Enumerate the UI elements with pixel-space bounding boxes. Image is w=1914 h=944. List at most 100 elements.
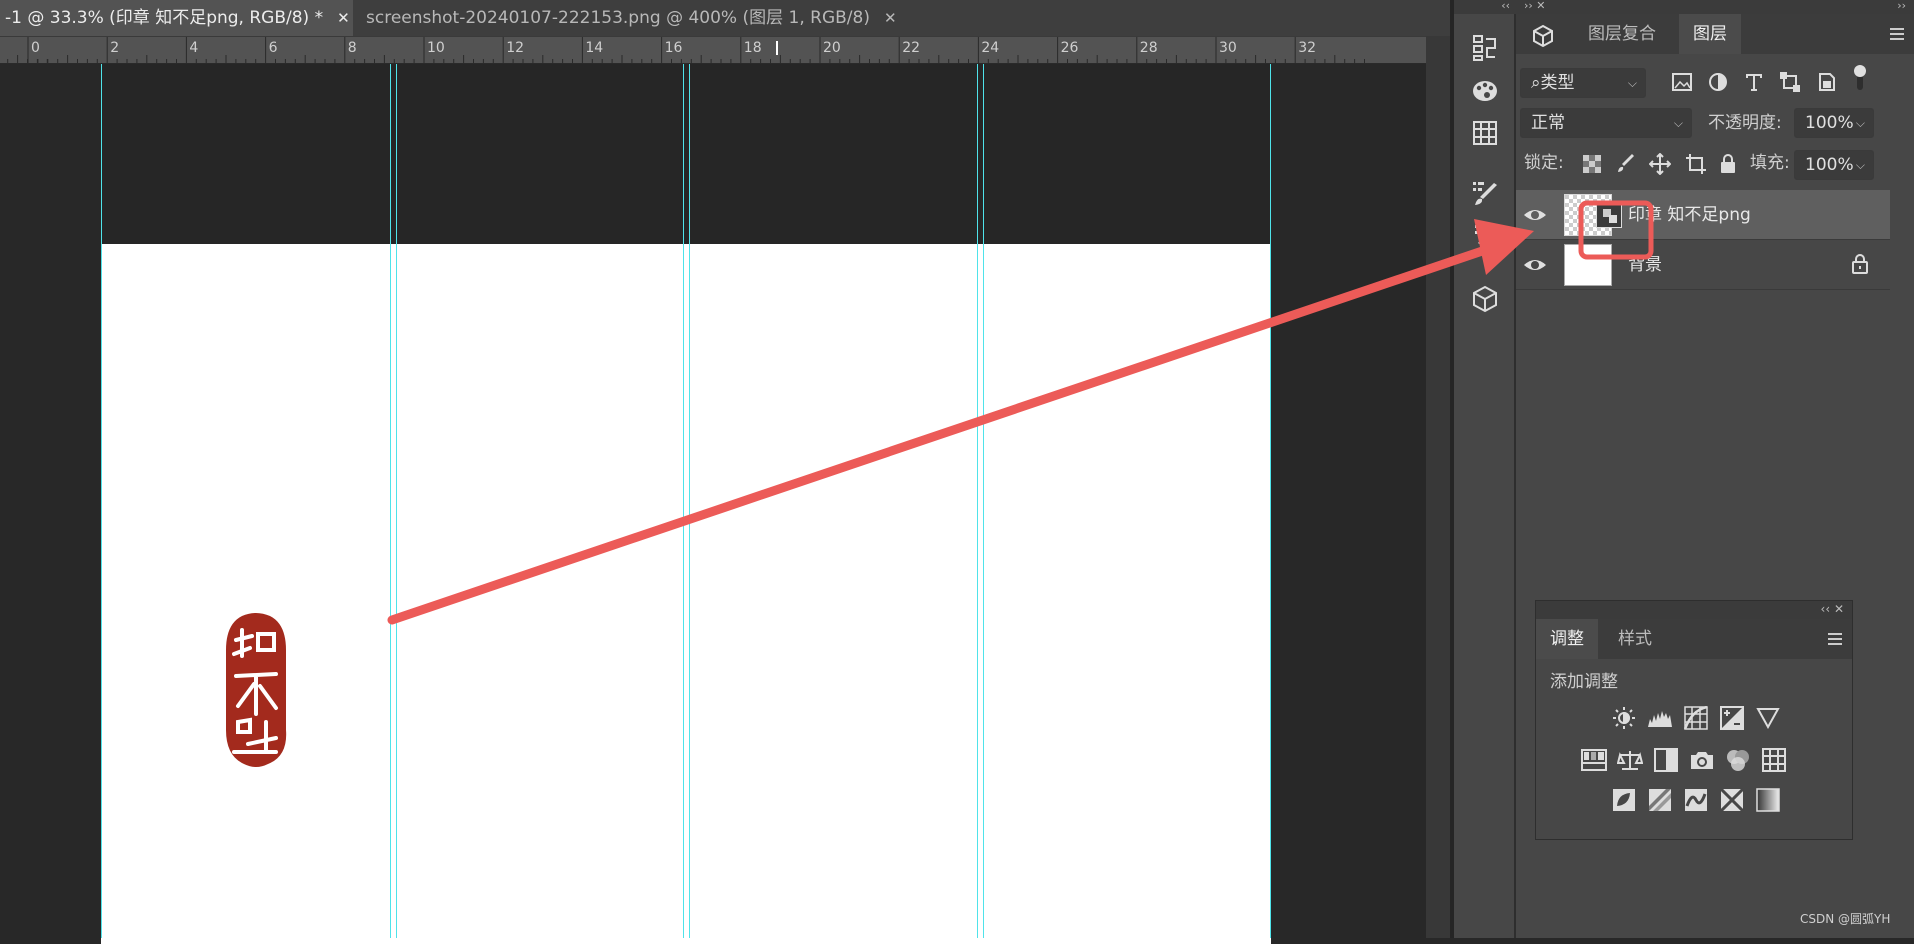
blend-mode-dropdown[interactable]: 正常 ⌵ <box>1520 108 1692 138</box>
guide-line[interactable] <box>683 64 684 938</box>
photo-filter-icon[interactable] <box>1688 747 1716 773</box>
adjustments-collapse-controls[interactable]: ‹‹ ✕ <box>1821 601 1844 617</box>
tab-document-1[interactable]: -1 @ 33.3% (印章 知不足png, RGB/8) * ✕ <box>0 0 353 36</box>
ruler-label: 28 <box>1140 40 1158 56</box>
layer-row-seal[interactable]: 印章 知不足png <box>1516 190 1890 240</box>
selective-color-icon[interactable] <box>1718 787 1746 813</box>
ruler-label: 10 <box>427 40 445 56</box>
filter-type-label: 类型 <box>1540 73 1575 93</box>
lock-label: 锁定: <box>1524 153 1564 173</box>
opacity-value: 100% <box>1805 113 1854 133</box>
tab-document-1-label: -1 @ 33.3% (印章 知不足png, RGB/8) * <box>5 8 324 28</box>
close-icon[interactable]: ✕ <box>337 9 350 27</box>
eye-icon[interactable] <box>1522 253 1548 277</box>
filter-toggle-switch[interactable] <box>1848 65 1872 90</box>
filter-type-icon[interactable] <box>1742 70 1766 94</box>
scroll-gutter <box>1426 36 1450 938</box>
lock-image-pixels-icon[interactable] <box>1614 152 1638 176</box>
swatches-grid-icon[interactable] <box>1468 116 1502 150</box>
filter-shape-icon[interactable] <box>1778 70 1802 94</box>
close-icon[interactable]: ✕ <box>884 9 897 27</box>
ruler-label: 8 <box>348 40 357 56</box>
ruler-label: 14 <box>585 40 603 56</box>
layer-name[interactable]: 印章 知不足png <box>1628 190 1751 240</box>
dock-collapse[interactable]: ‹‹ <box>1454 0 1516 14</box>
panel-menu-icon[interactable] <box>1826 631 1844 647</box>
vibrance-icon[interactable] <box>1754 705 1782 731</box>
brightness-contrast-icon[interactable] <box>1610 705 1638 731</box>
invert-icon[interactable] <box>1610 787 1638 813</box>
tab-document-2-label: screenshot-20240107-222153.png @ 400% (图… <box>366 8 870 28</box>
opacity-input[interactable]: 100% ⌵ <box>1794 108 1874 138</box>
black-white-icon[interactable] <box>1652 747 1680 773</box>
color-palette-icon[interactable] <box>1468 74 1502 108</box>
guide-line[interactable] <box>689 64 690 938</box>
brush-settings-icon[interactable] <box>1468 176 1502 210</box>
panel-menu-icon[interactable] <box>1888 26 1906 42</box>
ruler-label: 26 <box>1061 40 1079 56</box>
lock-position-icon[interactable] <box>1648 152 1672 176</box>
color-balance-icon[interactable] <box>1616 747 1644 773</box>
guide-line[interactable] <box>983 64 984 938</box>
threshold-icon[interactable] <box>1682 787 1710 813</box>
layer-filter-dropdown[interactable]: ⌕类型 ⌵ <box>1520 68 1646 98</box>
canvas-dark-region <box>101 64 1271 244</box>
layer-thumbnail[interactable] <box>1564 244 1612 286</box>
canvas-area[interactable] <box>0 64 1426 944</box>
channel-mixer-icon[interactable] <box>1724 747 1752 773</box>
lock-all-icon[interactable] <box>1716 152 1740 176</box>
posterize-icon[interactable] <box>1646 787 1674 813</box>
chevron-down-icon: ⌵ <box>1673 116 1683 130</box>
ruler-label: 20 <box>823 40 841 56</box>
curves-icon[interactable] <box>1682 705 1710 731</box>
guide-line[interactable] <box>390 64 391 938</box>
expand-panels-icon[interactable]: ›› <box>1897 0 1906 12</box>
history-icon[interactable] <box>1468 30 1502 64</box>
ruler-ticks: 202468101214161820222426283032 <box>7 37 1365 65</box>
chevron-down-icon[interactable]: ⌵ <box>1856 151 1865 179</box>
layer-row-background[interactable]: 背景 <box>1516 240 1890 290</box>
hue-saturation-icon[interactable] <box>1580 747 1608 773</box>
fill-value: 100% <box>1805 155 1854 175</box>
filter-pixel-icon[interactable] <box>1670 70 1694 94</box>
ruler-label: 16 <box>665 40 683 56</box>
ruler-label: 22 <box>902 40 920 56</box>
adjustments-panel-tabs: 调整 样式 <box>1536 619 1852 659</box>
horizontal-ruler[interactable]: 202468101214161820222426283032 <box>0 36 1426 65</box>
panel-collapse-controls[interactable]: ›› ✕ <box>1524 0 1546 12</box>
guide-line[interactable] <box>1270 64 1271 938</box>
blend-mode-value: 正常 <box>1531 113 1565 133</box>
guide-line[interactable] <box>396 64 397 938</box>
tab-styles[interactable]: 样式 <box>1604 619 1666 659</box>
fill-input[interactable]: 100% ⌵ <box>1794 150 1874 180</box>
tab-layer-comps[interactable]: 图层复合 <box>1574 14 1670 54</box>
ruler-label: 18 <box>744 40 762 56</box>
filter-adjustment-icon[interactable] <box>1706 70 1730 94</box>
chevron-down-icon[interactable]: ⌵ <box>1856 109 1865 137</box>
tab-document-2[interactable]: screenshot-20240107-222153.png @ 400% (图… <box>358 0 898 36</box>
exposure-icon[interactable] <box>1718 705 1746 731</box>
layers-panel-tabs: 图层复合 图层 <box>1516 14 1914 54</box>
tab-layers[interactable]: 图层 <box>1679 14 1741 54</box>
ruler-label: 12 <box>506 40 524 56</box>
filter-smart-object-icon[interactable] <box>1814 70 1838 94</box>
gradient-map-icon[interactable] <box>1754 787 1782 813</box>
lock-artboard-icon[interactable] <box>1684 152 1708 176</box>
brush-presets-icon[interactable] <box>1468 218 1502 252</box>
document-tab-bar: -1 @ 33.3% (印章 知不足png, RGB/8) * ✕ screens… <box>0 0 1450 36</box>
color-lookup-icon[interactable] <box>1760 747 1788 773</box>
3d-cube-icon[interactable] <box>1468 282 1502 316</box>
ruler-label: 0 <box>31 40 40 56</box>
lock-transparent-pixels-icon[interactable] <box>1580 152 1604 176</box>
levels-icon[interactable] <box>1646 705 1674 731</box>
guide-line[interactable] <box>977 64 978 938</box>
smart-object-badge-icon <box>1596 202 1622 228</box>
layer-name[interactable]: 背景 <box>1628 240 1662 290</box>
libraries-cube-icon[interactable] <box>1528 22 1558 50</box>
seal-stamp-image[interactable] <box>220 610 292 770</box>
document-canvas[interactable] <box>101 244 1271 944</box>
guide-line[interactable] <box>101 64 102 938</box>
eye-icon[interactable] <box>1522 203 1548 227</box>
lock-icon[interactable] <box>1852 254 1868 274</box>
tab-adjustments[interactable]: 调整 <box>1536 619 1598 659</box>
